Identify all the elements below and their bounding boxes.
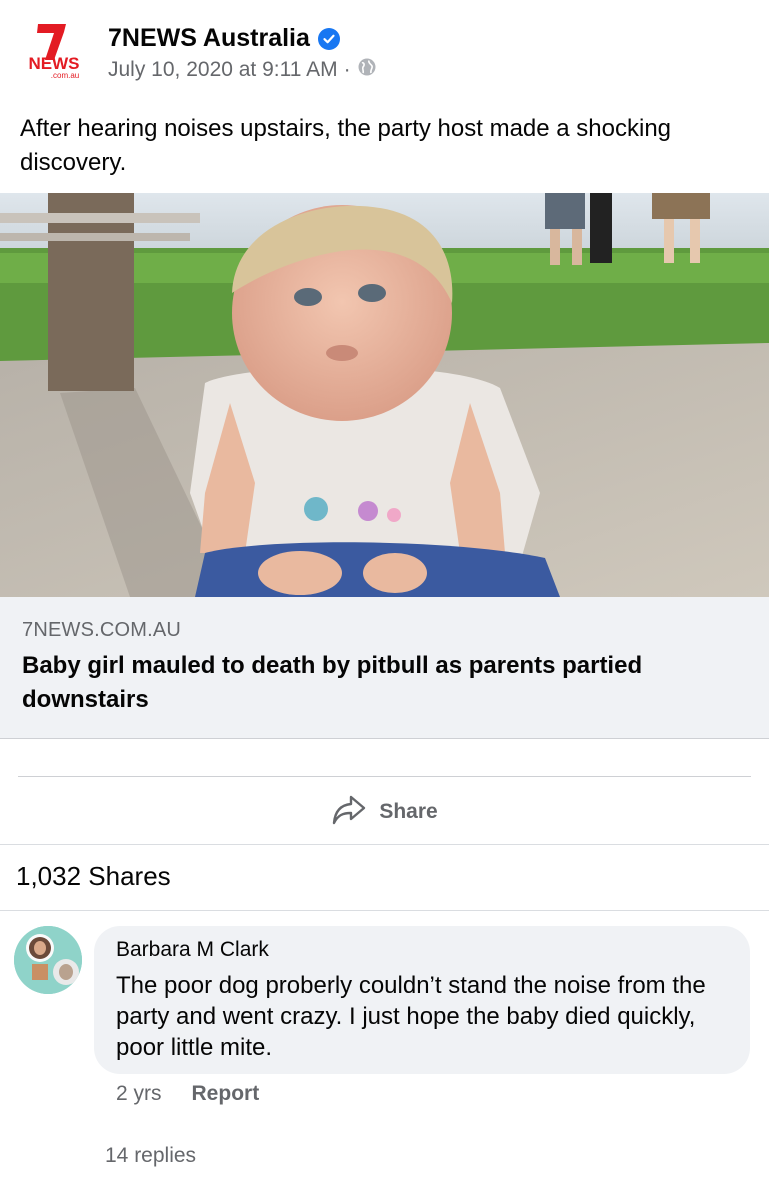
commenter-name[interactable]: Barbara M Clark xyxy=(116,938,269,962)
7news-logo[interactable]: NEWS .com.au xyxy=(20,22,90,82)
report-button[interactable]: Report xyxy=(192,1082,260,1106)
commenter-avatar[interactable] xyxy=(14,926,82,994)
share-button[interactable]: Share xyxy=(0,780,769,844)
divider xyxy=(0,910,769,911)
link-title[interactable]: Baby girl mauled to death by pitbull as … xyxy=(22,649,742,717)
share-arrow-icon xyxy=(331,794,367,831)
post-text: After hearing noises upstairs, the party… xyxy=(20,115,672,176)
post-timestamp[interactable]: July 10, 2020 at 9:11 AM xyxy=(108,58,338,82)
globe-icon[interactable] xyxy=(357,57,377,83)
divider xyxy=(18,776,751,777)
link-preview-image[interactable] xyxy=(0,193,769,597)
post-meta: July 10, 2020 at 9:11 AM · xyxy=(108,57,377,83)
meta-separator: · xyxy=(343,58,351,81)
view-replies-link[interactable]: 14 replies xyxy=(105,1144,196,1168)
link-preview[interactable]: 7NEWS.COM.AU Baby girl mauled to death b… xyxy=(0,597,769,739)
post-header: NEWS .com.au 7NEWS Australia July 10, 20… xyxy=(0,0,769,110)
comment-time[interactable]: 2 yrs xyxy=(116,1082,162,1106)
link-domain: 7NEWS.COM.AU xyxy=(22,619,182,641)
share-label[interactable]: Share xyxy=(379,800,437,824)
comment-bubble: Barbara M Clark The poor dog proberly co… xyxy=(94,926,750,1074)
logo-domain-text: .com.au xyxy=(51,71,79,80)
divider xyxy=(0,844,769,845)
comment-text: The poor dog proberly couldn’t stand the… xyxy=(116,972,706,1061)
page-name[interactable]: 7NEWS Australia xyxy=(108,24,310,53)
comment-actions: 2 yrs Report xyxy=(116,1082,259,1106)
page-name-link[interactable]: 7NEWS Australia xyxy=(108,24,340,53)
verified-badge-icon xyxy=(317,27,340,50)
shares-count[interactable]: 1,032 Shares xyxy=(16,861,171,892)
